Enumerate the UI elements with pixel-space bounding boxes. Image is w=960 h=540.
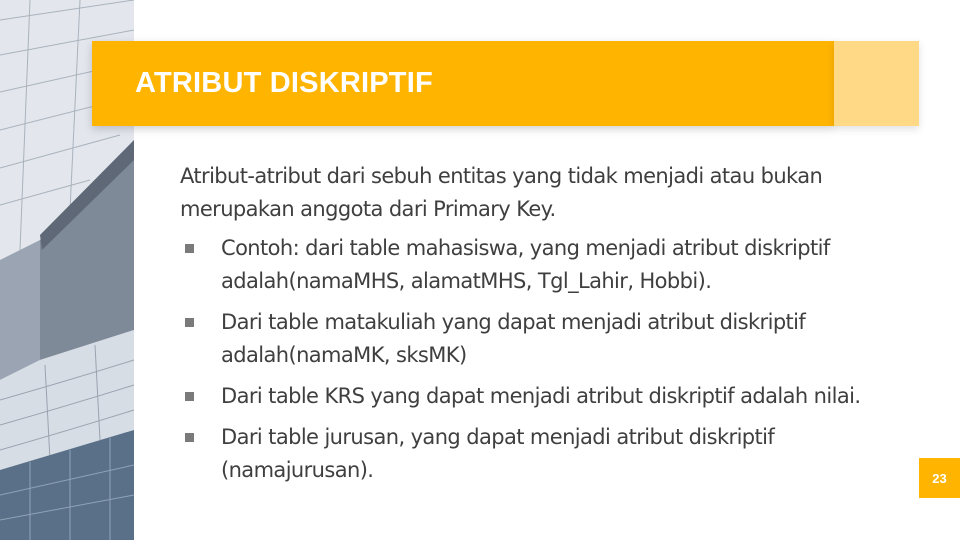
page-number-badge: 23 — [919, 458, 960, 498]
slide-body: Atribut-atribut dari sebuh entitas yang … — [180, 160, 930, 495]
title-bar: ATRIBUT DISKRIPTIF — [92, 41, 834, 126]
bullet-list: Contoh: dari table mahasiswa, yang menja… — [180, 232, 930, 487]
square-bullet-icon — [185, 392, 194, 401]
bullet-text: Dari table matakuliah yang dapat menjadi… — [221, 310, 806, 367]
list-item: Contoh: dari table mahasiswa, yang menja… — [180, 232, 930, 298]
square-bullet-icon — [185, 433, 194, 442]
bullet-text: Dari table KRS yang dapat menjadi atribu… — [221, 384, 861, 408]
list-item: Dari table KRS yang dapat menjadi atribu… — [180, 380, 930, 413]
bullet-text: Dari table jurusan, yang dapat menjadi a… — [221, 425, 775, 482]
title-accent-block — [834, 41, 919, 126]
square-bullet-icon — [185, 244, 194, 253]
square-bullet-icon — [185, 318, 194, 327]
intro-paragraph: Atribut-atribut dari sebuh entitas yang … — [180, 164, 823, 221]
list-item: Dari table matakuliah yang dapat menjadi… — [180, 306, 930, 372]
list-item: Dari table jurusan, yang dapat menjadi a… — [180, 421, 930, 487]
bullet-text: Contoh: dari table mahasiswa, yang menja… — [221, 236, 830, 293]
slide-title: ATRIBUT DISKRIPTIF — [135, 67, 433, 99]
